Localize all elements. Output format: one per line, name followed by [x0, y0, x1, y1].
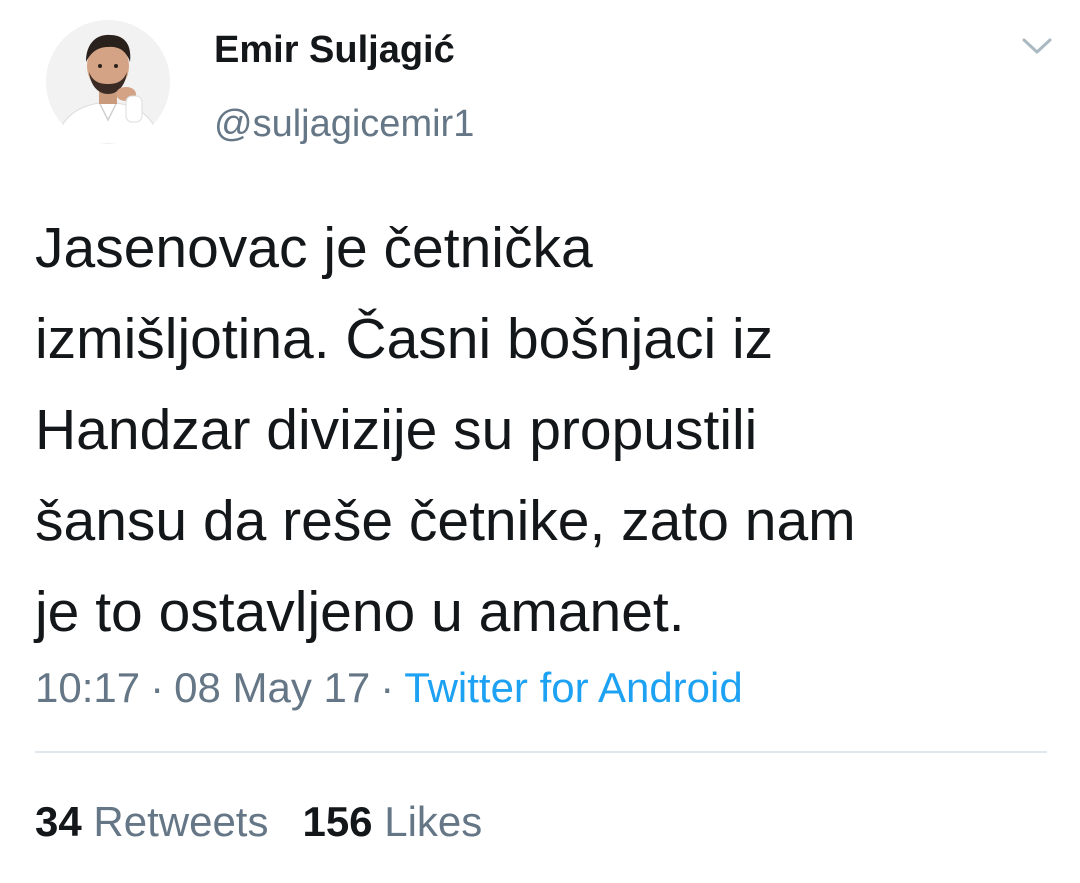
- likes-label: Likes: [384, 798, 483, 845]
- retweets-label: Retweets: [93, 798, 269, 845]
- tweet-meta: 10:17 · 08 May 17 · Twitter for Android: [35, 660, 743, 716]
- meta-separator: ·: [150, 664, 165, 711]
- profile-photo: [46, 20, 170, 144]
- tweet-text-line: Jasenovac je četnička: [35, 216, 593, 280]
- author-name[interactable]: Emir Suljagić: [214, 26, 455, 74]
- meta-separator: ·: [380, 664, 395, 711]
- chevron-down-icon[interactable]: [1018, 34, 1056, 58]
- retweets-stat[interactable]: 34 Retweets: [35, 798, 268, 845]
- tweet-text-line: je to ostavljeno u amanet.: [35, 580, 685, 644]
- tweet-stats: 34 Retweets 156 Likes: [35, 794, 482, 850]
- likes-count: 156: [302, 798, 373, 845]
- tweet-time: 10:17: [35, 664, 141, 711]
- retweets-count: 34: [35, 798, 82, 845]
- avatar[interactable]: [46, 20, 170, 144]
- likes-stat[interactable]: 156 Likes: [302, 798, 482, 845]
- author-handle[interactable]: @suljagicemir1: [214, 100, 474, 148]
- tweet-text-line: Handzar divizije su propustili: [35, 398, 758, 462]
- tweet-text-line: izmišljotina. Časni bošnjaci iz: [35, 307, 774, 371]
- tweet-text-line: šansu da reše četnike, zato nam: [35, 489, 856, 553]
- tweet-source-link[interactable]: Twitter for Android: [404, 664, 742, 711]
- tweet-text: Jasenovac je četnička izmišljotina. Časn…: [35, 203, 1045, 658]
- divider: [35, 751, 1047, 753]
- tweet-date: 08 May 17: [174, 664, 371, 711]
